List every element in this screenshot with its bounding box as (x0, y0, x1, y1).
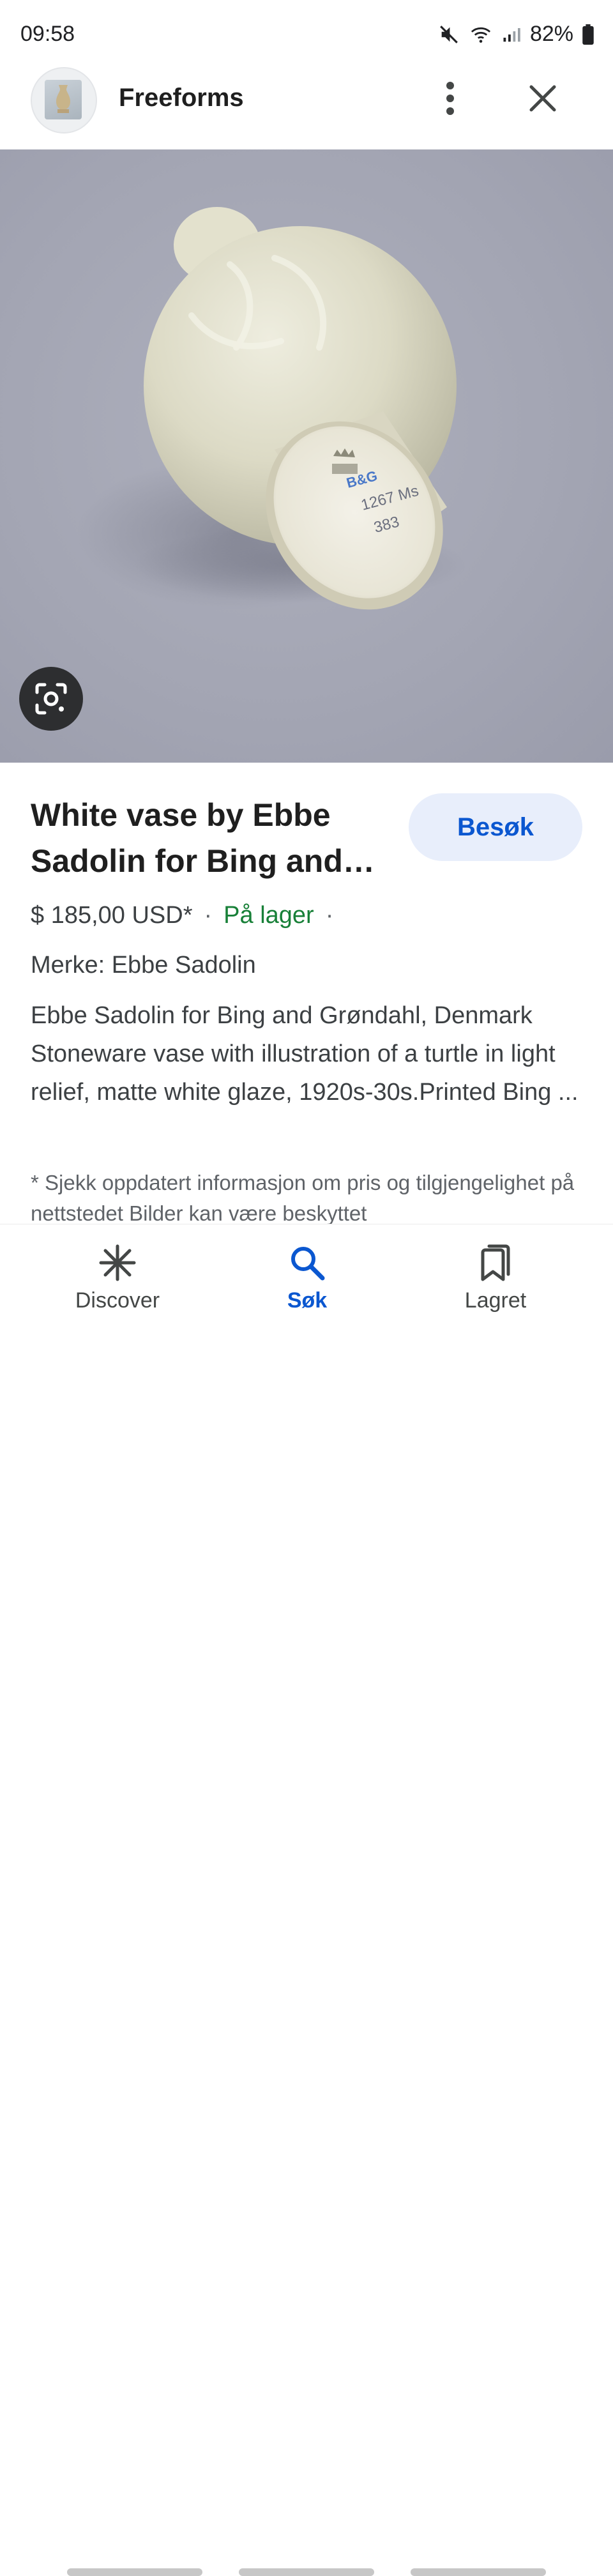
gesture-bar-center (239, 2568, 374, 2576)
product-title[interactable]: White vase by Ebbe Sadolin for Bing and… (31, 792, 388, 884)
search-icon (291, 1247, 325, 1281)
nav-search-label: Søk (287, 1288, 328, 1313)
visit-button[interactable]: Besøk (409, 793, 582, 861)
disclaimer: * Sjekk oppdatert informasjon om pris og… (31, 1171, 575, 1225)
wifi-icon (469, 24, 493, 45)
status-icons: 82% (438, 22, 594, 47)
site-logo[interactable] (31, 67, 97, 133)
more-options-button[interactable] (434, 76, 466, 121)
gesture-bar-left (67, 2568, 202, 2576)
separator-dot: · (204, 902, 213, 929)
nav-discover[interactable]: Discover (41, 1244, 194, 1313)
price-row: $ 185,00 USD* · På lager · (31, 902, 345, 929)
nav-search[interactable]: Søk (231, 1244, 384, 1313)
close-icon (529, 85, 556, 112)
brand: Merke: Ebbe Sadolin (31, 952, 256, 979)
nav-discover-label: Discover (75, 1288, 160, 1313)
price: $ 185,00 USD* (31, 902, 193, 929)
mute-icon (438, 24, 460, 45)
battery-icon (582, 24, 594, 45)
close-button[interactable] (522, 76, 563, 121)
status-time: 09:58 (20, 22, 75, 46)
separator-dot: · (325, 902, 334, 929)
asterisk-icon (99, 1244, 136, 1281)
status-bar: 09:58 82% (0, 0, 613, 67)
bottom-navigation: Discover Søk Lagret (0, 1224, 613, 2576)
product-description: Ebbe Sadolin for Bing and Grøndahl, Denm… (31, 1002, 579, 1106)
stock-status: På lager (223, 902, 314, 929)
site-name[interactable]: Freeforms (119, 84, 244, 112)
lens-button[interactable] (19, 667, 83, 731)
gesture-bar-right (411, 2568, 546, 2576)
lens-camera-icon (35, 683, 67, 715)
more-vert-icon (446, 82, 454, 115)
nav-saved-label: Lagret (464, 1288, 527, 1313)
bookmarks-icon (481, 1244, 510, 1281)
battery-percent: 82% (529, 22, 573, 46)
vase-illustration: B&G 1267 Ms 383 (77, 207, 466, 610)
nav-saved[interactable]: Lagret (419, 1244, 572, 1313)
result-header: Freeforms (0, 67, 613, 150)
signal-icon (502, 24, 521, 45)
site-thumbnail (45, 80, 82, 119)
product-image[interactable]: B&G 1267 Ms 383 (0, 149, 613, 763)
